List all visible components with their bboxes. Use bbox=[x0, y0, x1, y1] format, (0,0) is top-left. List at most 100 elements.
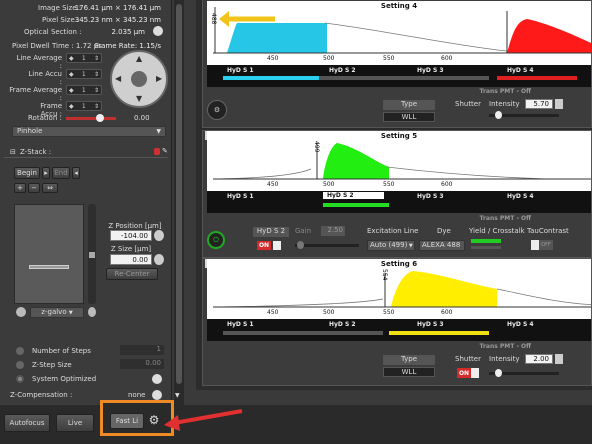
intensity-spin-icon[interactable] bbox=[555, 99, 563, 109]
detector-hyd-s1[interactable]: HyD S 1 bbox=[227, 193, 254, 200]
taucontrast-knob[interactable] bbox=[531, 240, 539, 250]
scroll-down-icon[interactable]: ▼ bbox=[175, 392, 180, 399]
trans-pmt-4: Trans PMT - Off bbox=[479, 88, 531, 95]
detector-range-s3[interactable] bbox=[389, 331, 489, 335]
rotation-slider-handle[interactable] bbox=[96, 114, 104, 122]
type-value[interactable]: WLL bbox=[383, 367, 435, 377]
detector-range-s4[interactable] bbox=[497, 76, 577, 80]
info-icon[interactable] bbox=[154, 148, 160, 155]
steps-radio[interactable] bbox=[16, 347, 24, 355]
recenter-button[interactable]: Re-Center bbox=[106, 268, 158, 280]
end-button[interactable]: End bbox=[52, 167, 70, 179]
pan-control-dial[interactable]: ▲ ▼ ◀ ▶ bbox=[110, 50, 168, 108]
excitation-dropdown[interactable]: Auto (499) ▼ bbox=[367, 240, 415, 251]
begin-arrow-icon[interactable]: ▸ bbox=[42, 167, 50, 179]
shutter-toggle-knob[interactable] bbox=[471, 368, 479, 378]
zstack-header: ⊟ Z-Stack : ✎ bbox=[4, 146, 168, 158]
begin-button[interactable]: Begin bbox=[14, 167, 40, 179]
spectrum-plot-4[interactable]: Setting 4 488 450 500 550 600 bbox=[207, 1, 591, 65]
detector-range-s1[interactable] bbox=[223, 76, 319, 80]
detector-hyd-s1[interactable]: HyD S 1 bbox=[227, 67, 254, 74]
line-accu-label: Line Accu : bbox=[28, 70, 62, 86]
intensity-input[interactable]: 5.70 bbox=[525, 99, 553, 109]
line-accu-spinbox[interactable]: ◆ 1 ⇕ bbox=[66, 69, 102, 79]
detector-hyd-s4[interactable]: HyD S 4 bbox=[507, 321, 534, 328]
detector-on-toggle[interactable]: ON bbox=[257, 241, 271, 250]
scrollbar-thumb[interactable] bbox=[176, 4, 182, 384]
optical-section-button[interactable] bbox=[153, 26, 163, 36]
detector-hyd-s4[interactable]: HyD S 4 bbox=[507, 67, 534, 74]
detector-hyd-s4[interactable]: HyD S 4 bbox=[507, 193, 534, 200]
laser-marker-499[interactable]: 499 bbox=[313, 141, 320, 152]
gain-slider-handle[interactable] bbox=[297, 241, 304, 249]
pan-right-icon[interactable]: ▶ bbox=[156, 74, 162, 83]
setting-6-panel: ✓ Setting 6 554 450 500 550 600 HyD S 1 … bbox=[202, 258, 592, 386]
intensity-spin-icon[interactable] bbox=[555, 354, 563, 364]
detector-toggle-knob[interactable] bbox=[273, 241, 281, 250]
refresh-icon[interactable] bbox=[16, 307, 26, 317]
laser-marker-554[interactable]: 554 bbox=[381, 269, 388, 280]
gain-slider[interactable] bbox=[295, 244, 359, 247]
detector-hyd-s1[interactable]: HyD S 1 bbox=[227, 321, 254, 328]
zstep-radio[interactable] bbox=[16, 361, 24, 369]
frame-average-spinbox[interactable]: ◆ 1 ⇕ bbox=[66, 85, 102, 95]
pan-up-icon[interactable]: ▲ bbox=[136, 54, 142, 63]
rotation-slider-track[interactable] bbox=[66, 117, 116, 120]
zoom-in-button[interactable]: + bbox=[14, 183, 26, 193]
detector-hyd-s3[interactable]: HyD S 3 bbox=[417, 67, 444, 74]
zstack-slider-handle[interactable] bbox=[89, 252, 95, 258]
dye-dropdown[interactable]: ALEXA 488 bbox=[419, 240, 465, 251]
end-arrow-icon[interactable]: ◂ bbox=[72, 167, 80, 179]
zcomp-value: none bbox=[128, 391, 146, 399]
gain-input[interactable]: 2.50 bbox=[321, 226, 345, 236]
laser-marker-488[interactable]: 488 bbox=[210, 13, 217, 24]
zpos-input[interactable]: -104.00 bbox=[110, 230, 152, 241]
shutter-label: Shutter bbox=[455, 100, 481, 108]
bottom-toolbar: Autofocus Live Fast Li ⚙ bbox=[0, 400, 592, 444]
detector-hyd-s3[interactable]: HyD S 3 bbox=[417, 321, 444, 328]
image-size-value: 176.41 µm × 176.41 µm bbox=[74, 3, 161, 12]
pan-down-icon[interactable]: ▼ bbox=[136, 94, 142, 103]
pin-icon[interactable]: ✎ bbox=[162, 147, 168, 155]
laser-settings-icon[interactable]: ⚙ bbox=[207, 100, 227, 120]
zstack-viewer[interactable] bbox=[14, 204, 84, 304]
intensity-slider-handle[interactable] bbox=[495, 111, 502, 119]
shutter-toggle[interactable]: ON bbox=[457, 368, 471, 378]
collapse-icon[interactable]: ⊟ bbox=[10, 148, 16, 156]
detector-hyd-s2[interactable]: HyD S 2 bbox=[329, 67, 356, 74]
live-button[interactable]: Live bbox=[56, 414, 94, 432]
type-value[interactable]: WLL bbox=[383, 112, 435, 122]
zgalvo-dropdown[interactable]: z-galvo ▼ bbox=[30, 307, 84, 318]
detector-range-s2[interactable] bbox=[323, 203, 389, 207]
left-panel-scrollbar[interactable]: ▼ bbox=[174, 0, 184, 405]
detector-hyd-s3[interactable]: HyD S 3 bbox=[417, 193, 444, 200]
zsize-input[interactable]: 0.00 bbox=[110, 254, 152, 265]
pan-left-icon[interactable]: ◀ bbox=[115, 74, 121, 83]
detector-lock-icon[interactable]: ⏻ bbox=[207, 231, 225, 249]
setting-4-panel: Setting 4 488 450 500 550 600 HyD S 1 Hy… bbox=[202, 0, 592, 128]
zsize-button[interactable] bbox=[154, 254, 164, 265]
zstack-slider-track[interactable] bbox=[88, 204, 96, 304]
frame-accu-spinbox[interactable]: ◆ 1 ⇕ bbox=[66, 101, 102, 111]
spectrum-plot-6[interactable]: Setting 6 554 450 500 550 600 bbox=[207, 259, 591, 319]
fast-live-button[interactable]: Fast Li bbox=[110, 413, 144, 429]
range-button[interactable]: ⇔ bbox=[42, 183, 58, 193]
pan-center-button[interactable] bbox=[131, 71, 147, 87]
line-average-spinbox[interactable]: ◆ 1 ⇕ bbox=[66, 53, 102, 63]
detector-hyd-s2[interactable]: HyD S 2 bbox=[329, 321, 356, 328]
zoom-out-button[interactable]: − bbox=[28, 183, 40, 193]
zpos-button[interactable] bbox=[154, 230, 164, 241]
zgalvo-settings-icon[interactable] bbox=[88, 307, 96, 317]
zcomp-button[interactable] bbox=[152, 390, 162, 400]
pinhole-dropdown[interactable]: Pinhole ▼ bbox=[12, 126, 166, 137]
autofocus-button[interactable]: Autofocus bbox=[4, 414, 50, 432]
intensity-slider-handle[interactable] bbox=[495, 369, 502, 377]
intensity-input[interactable]: 2.00 bbox=[525, 354, 553, 364]
zstep-input[interactable]: 0.00 bbox=[120, 359, 164, 369]
sysopt-radio[interactable] bbox=[16, 375, 24, 383]
sysopt-button[interactable] bbox=[152, 374, 162, 384]
steps-input[interactable]: 1 bbox=[120, 345, 164, 355]
taucontrast-off-toggle[interactable]: OFF bbox=[539, 240, 553, 250]
spectrum-plot-5[interactable]: Setting 5 499 450 500 550 600 bbox=[207, 131, 591, 191]
detector-hyd-s2-active[interactable]: HyD S 2 bbox=[323, 192, 384, 199]
